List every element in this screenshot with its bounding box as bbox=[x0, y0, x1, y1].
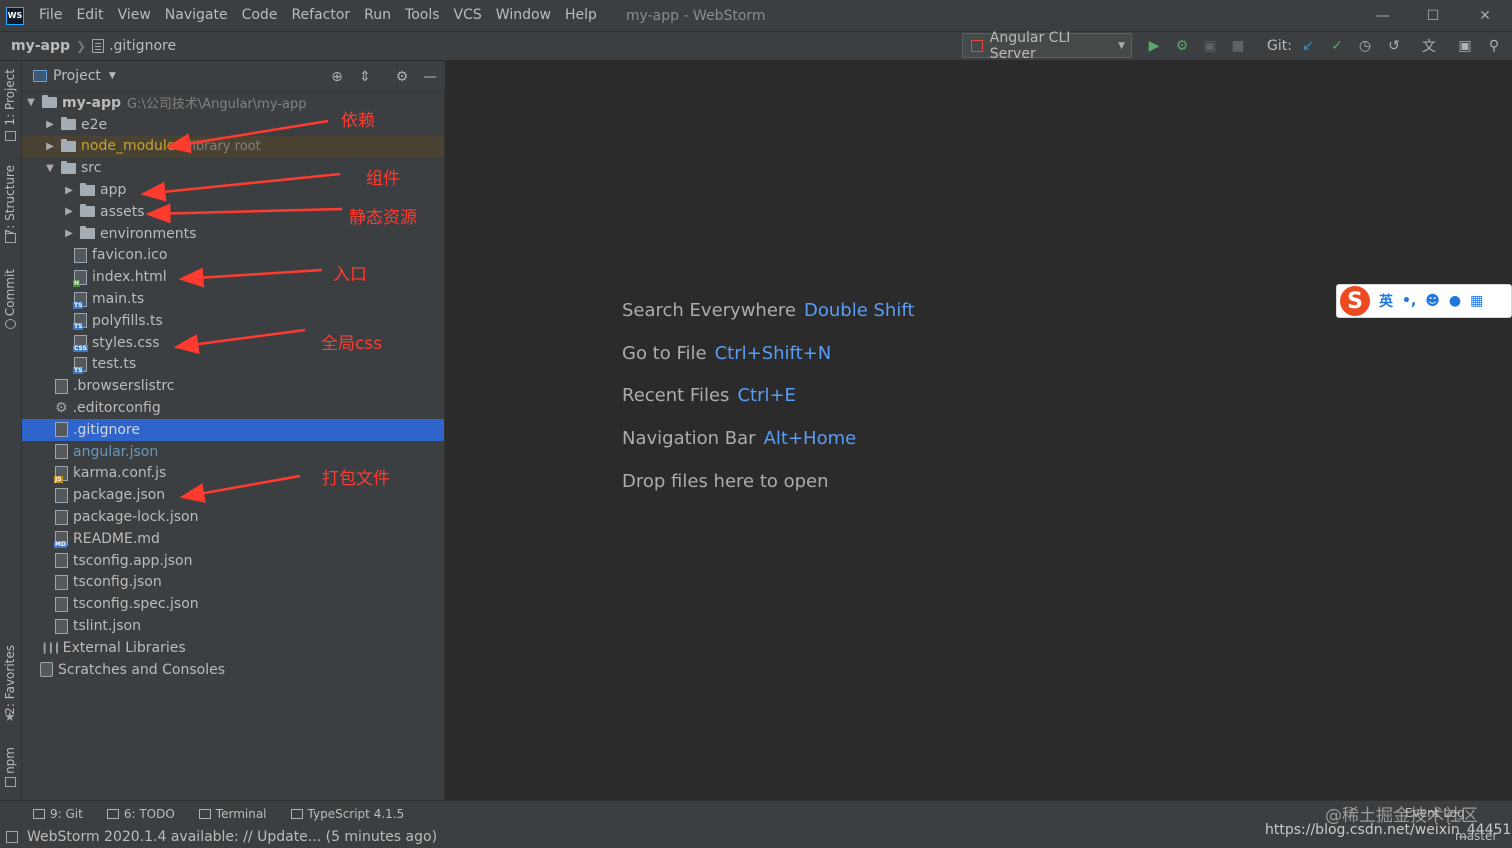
tip-navigation-bar: Navigation Bar Alt+Home bbox=[622, 428, 856, 449]
tip-search-everywhere: Search Everywhere Double Shift bbox=[622, 300, 914, 321]
arrow-entry bbox=[178, 267, 323, 288]
todo-list-icon bbox=[106, 808, 119, 819]
event-log-tab[interactable]: Event Log bbox=[1405, 806, 1465, 820]
ime-punctuation-toggle[interactable]: •, bbox=[1402, 293, 1416, 309]
emoji-icon[interactable]: ☻ bbox=[1425, 293, 1440, 309]
tip-go-to-file: Go to File Ctrl+Shift+N bbox=[622, 343, 831, 364]
editor-empty-area[interactable]: Search Everywhere Double Shift Go to File… bbox=[446, 61, 1512, 800]
tab-git-label: 9: Git bbox=[50, 806, 83, 821]
update-notification[interactable]: WebStorm 2020.1.4 available: // Update..… bbox=[27, 829, 437, 845]
tip-text: Navigation Bar bbox=[622, 428, 756, 449]
tip-text: Search Everywhere bbox=[622, 300, 796, 321]
tip-shortcut: Ctrl+Shift+N bbox=[714, 343, 832, 364]
tip-shortcut: Alt+Home bbox=[763, 428, 857, 449]
tab-terminal-label: Terminal bbox=[215, 806, 267, 821]
microphone-icon[interactable]: ● bbox=[1449, 293, 1461, 309]
tab-todo[interactable]: 6: TODO bbox=[106, 806, 175, 821]
panel-toggle-icon[interactable] bbox=[6, 831, 18, 843]
arrow-global-css bbox=[173, 328, 306, 354]
git-branch-indicator[interactable]: master bbox=[1455, 829, 1497, 843]
tip-text: Recent Files bbox=[622, 385, 730, 406]
tab-todo-label: 6: TODO bbox=[123, 806, 175, 821]
tip-shortcut: Ctrl+E bbox=[737, 385, 796, 406]
tip-recent-files: Recent Files Ctrl+E bbox=[622, 385, 796, 406]
tip-text: Drop files here to open bbox=[622, 471, 829, 492]
typescript-icon bbox=[290, 808, 303, 819]
annotation-components: 组件 bbox=[366, 169, 400, 189]
arrow-deps bbox=[165, 119, 329, 154]
arrow-build bbox=[179, 474, 301, 503]
terminal-icon bbox=[198, 808, 211, 819]
annotation-entry: 入口 bbox=[333, 265, 367, 285]
ime-language-toggle[interactable]: 英 bbox=[1379, 291, 1393, 311]
tab-typescript-label: TypeScript 4.1.5 bbox=[307, 806, 405, 821]
tip-drop-files: Drop files here to open bbox=[622, 471, 829, 492]
tab-terminal[interactable]: Terminal bbox=[198, 806, 267, 821]
tab-git[interactable]: 9: Git bbox=[33, 807, 83, 821]
ime-toolbar[interactable]: S 英 •, ☻ ● ▦ bbox=[1336, 284, 1512, 318]
annotation-global-css: 全局css bbox=[321, 334, 383, 354]
tip-text: Go to File bbox=[622, 343, 707, 364]
sogou-logo-icon: S bbox=[1340, 286, 1370, 316]
keyboard-icon[interactable]: ▦ bbox=[1470, 293, 1483, 309]
tab-typescript[interactable]: TypeScript 4.1.5 bbox=[290, 806, 405, 821]
annotation-deps: 依赖 bbox=[341, 111, 375, 131]
tip-shortcut: Double Shift bbox=[804, 300, 915, 321]
annotation-static: 静态资源 bbox=[349, 208, 417, 228]
git-branch-icon bbox=[33, 808, 45, 819]
arrow-components bbox=[140, 172, 341, 202]
annotation-build: 打包文件 bbox=[322, 469, 390, 489]
arrow-static bbox=[145, 203, 343, 224]
